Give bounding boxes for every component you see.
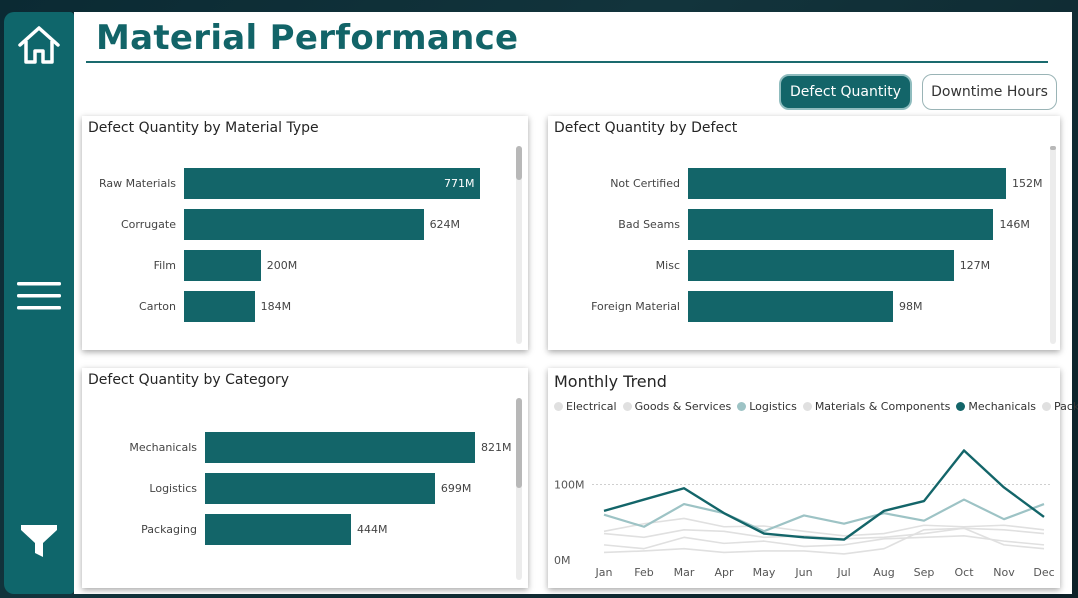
chart-legend: Electrical Goods & Services Logistics Mater… — [554, 400, 1078, 413]
legend-item[interactable]: Packaging — [1042, 400, 1078, 413]
bar[interactable] — [688, 209, 994, 240]
bar-value-label: 184M — [260, 299, 292, 313]
bar-label: Carton — [139, 299, 176, 313]
legend-label: Logistics — [749, 400, 797, 413]
bar-label: Bad Seams — [618, 217, 680, 231]
bar-value-label: 127M — [959, 258, 991, 272]
defect-quantity-button[interactable]: Defect Quantity — [779, 74, 912, 110]
card-title: Defect Quantity by Material Type — [88, 120, 319, 136]
x-tick-label: Oct — [954, 566, 974, 579]
downtime-hours-button[interactable]: Downtime Hours — [922, 74, 1057, 110]
scrollbar[interactable] — [516, 398, 522, 580]
bar-value-label: 146M — [999, 217, 1030, 231]
bar-label: Film — [153, 258, 176, 272]
bar[interactable] — [184, 209, 424, 240]
legend-dot — [737, 402, 747, 411]
bar[interactable] — [184, 250, 261, 281]
scrollbar[interactable] — [516, 146, 522, 344]
defect-card: Defect Quantity by Defect Not Certified 1… — [548, 116, 1060, 350]
legend-label: Electrical — [566, 400, 617, 413]
bar[interactable] — [688, 250, 954, 281]
bar-value-label: 200M — [266, 258, 298, 272]
legend-dot — [554, 402, 563, 411]
bar[interactable] — [205, 432, 475, 463]
page-title: Material Performance — [96, 18, 519, 58]
bar-value-label: 444M — [357, 522, 388, 536]
x-tick-label: Dec — [1033, 566, 1054, 579]
bar-label: Misc — [655, 258, 680, 272]
x-tick-label: May — [753, 566, 776, 579]
bar-label: Logistics — [149, 481, 197, 495]
legend-label: Goods & Services — [634, 400, 732, 413]
bar-label: Not Certified — [610, 176, 680, 190]
bar-label: Corrugate — [120, 217, 176, 231]
legend-dot — [956, 402, 966, 411]
bar[interactable] — [184, 291, 255, 322]
x-tick-label: Jul — [836, 566, 850, 579]
x-tick-label: Mar — [674, 566, 695, 579]
material-type-card: Defect Quantity by Material Type Raw Mat… — [82, 116, 528, 350]
legend-label: Mechanicals — [968, 400, 1037, 413]
y-tick-label: 100M — [554, 478, 585, 491]
legend-item[interactable]: Electrical — [554, 400, 617, 413]
bar-label: Mechanicals — [129, 440, 197, 454]
legend-item[interactable]: Mechanicals — [956, 400, 1036, 413]
legend-label: Materials & Components — [814, 400, 951, 413]
hamburger-menu-icon[interactable] — [4, 280, 74, 312]
legend-dot — [1042, 402, 1052, 411]
x-tick-label: Jan — [595, 566, 613, 579]
monthly-trend-chart: 100M 0M Jan Feb Mar Apr May Jun Jul Aug Sep Oct Nov D… — [554, 449, 1055, 579]
bar[interactable] — [205, 473, 435, 504]
bar-value-label: 771M — [444, 176, 475, 190]
legend-item[interactable]: Logistics — [737, 400, 797, 413]
bar[interactable] — [688, 168, 1006, 199]
monthly-trend-card: Monthly Trend Electrical Goods & Services… — [548, 368, 1078, 588]
y-tick-label: 0M — [554, 554, 571, 567]
sidebar — [4, 12, 74, 594]
scrollbar[interactable] — [1050, 146, 1056, 344]
bar[interactable] — [205, 514, 352, 545]
report-canvas: Material Performance Defect Quantity Dow… — [74, 12, 1078, 594]
bar-value-label: 152M — [1012, 176, 1043, 190]
bar[interactable] — [688, 291, 894, 322]
legend-item[interactable]: Materials & Components — [802, 400, 951, 413]
legend-label: Packaging — [1054, 400, 1078, 413]
card-title: Defect Quantity by Category — [88, 372, 290, 388]
bar-value-label: 821M — [481, 440, 512, 454]
bar-label: Packaging — [141, 522, 197, 536]
bar-label: Foreign Material — [591, 299, 680, 313]
category-card: Defect Quantity by Category Mechanicals 8… — [82, 368, 528, 588]
card-title: Defect Quantity by Defect — [554, 120, 738, 136]
title-divider — [86, 61, 1048, 63]
legend-item[interactable]: Goods & Services — [622, 400, 732, 413]
x-tick-label: Apr — [714, 566, 734, 579]
x-tick-label: Feb — [634, 566, 653, 579]
filter-icon[interactable] — [4, 522, 74, 560]
x-tick-label: Aug — [873, 566, 894, 579]
card-title: Monthly Trend — [554, 372, 667, 391]
legend-dot — [622, 402, 632, 411]
x-tick-label: Sep — [914, 566, 935, 579]
bar-value-label: 699M — [440, 481, 472, 495]
bar-label: Raw Materials — [98, 176, 176, 190]
home-icon[interactable] — [4, 24, 74, 66]
x-tick-label: Nov — [993, 566, 1015, 579]
x-tick-label: Jun — [794, 566, 812, 579]
bar-value-label: 98M — [899, 299, 923, 313]
legend-dot — [802, 402, 812, 411]
bar-value-label: 624M — [429, 217, 461, 231]
bar[interactable] — [184, 168, 480, 199]
